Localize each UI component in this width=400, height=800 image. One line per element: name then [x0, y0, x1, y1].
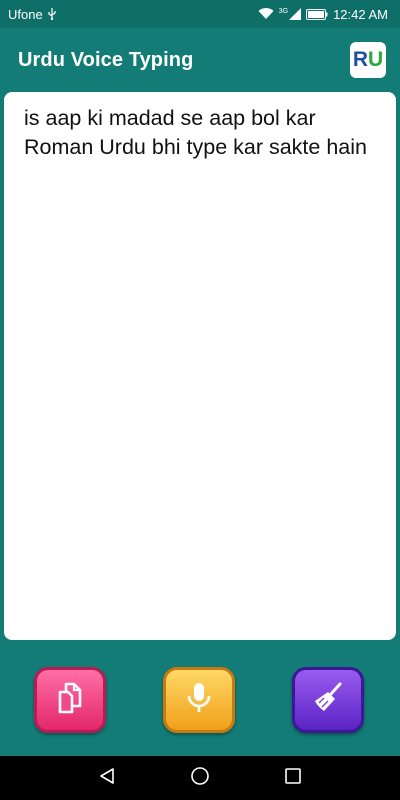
microphone-icon — [182, 680, 216, 721]
clear-button[interactable] — [292, 667, 364, 733]
app-logo[interactable]: RU — [350, 42, 386, 78]
action-bar — [0, 667, 400, 733]
navigation-bar — [0, 756, 400, 800]
recents-icon — [284, 767, 302, 790]
copy-icon — [52, 680, 88, 721]
usb-icon — [47, 8, 57, 20]
status-bar: Ufone 3G 12:42 AM — [0, 0, 400, 28]
microphone-button[interactable] — [163, 667, 235, 733]
network-type: 3G — [278, 8, 289, 15]
home-button[interactable] — [180, 758, 220, 798]
broom-icon — [310, 680, 346, 721]
logo-letter-u: U — [368, 48, 384, 71]
wifi-icon — [258, 8, 274, 20]
editor-text[interactable]: is aap ki madad se aap bol kar Roman Urd… — [24, 104, 382, 162]
battery-icon — [306, 8, 328, 20]
clock: 12:42 AM — [333, 6, 388, 22]
signal-icon: 3G — [278, 8, 302, 20]
back-icon — [98, 767, 116, 790]
logo-letter-r: R — [352, 48, 368, 71]
recents-button[interactable] — [273, 758, 313, 798]
carrier-label: Ufone — [8, 6, 43, 22]
copy-button[interactable] — [34, 667, 106, 733]
back-button[interactable] — [87, 758, 127, 798]
text-editor[interactable]: is aap ki madad se aap bol kar Roman Urd… — [4, 92, 396, 640]
home-icon — [190, 766, 210, 791]
app-title: Urdu Voice Typing — [18, 48, 194, 71]
app-bar: Urdu Voice Typing RU — [0, 28, 400, 92]
